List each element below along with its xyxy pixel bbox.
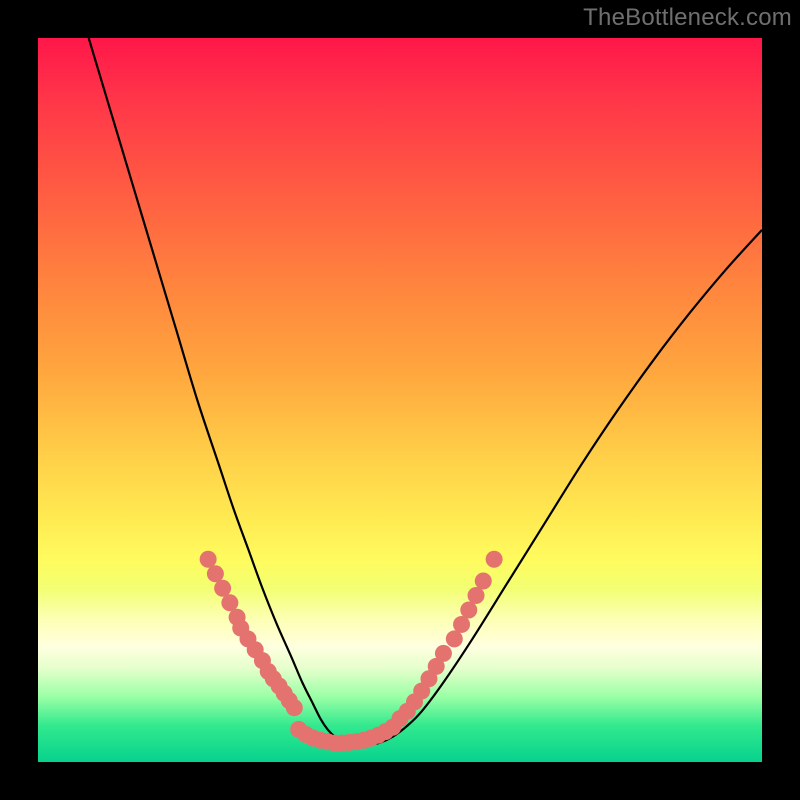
highlight-dot <box>214 580 231 597</box>
highlight-dot <box>468 587 485 604</box>
highlight-dot <box>486 551 503 568</box>
highlight-dot <box>286 699 303 716</box>
bottleneck-curve-path <box>89 38 762 745</box>
highlight-dot <box>453 616 470 633</box>
highlight-dots-left <box>200 551 303 716</box>
highlight-dot <box>200 551 217 568</box>
watermark-text: TheBottleneck.com <box>583 4 792 32</box>
plot-area <box>38 38 762 762</box>
highlight-dots-right <box>392 551 503 727</box>
chart-svg <box>38 38 762 762</box>
highlight-dot <box>460 601 477 618</box>
highlight-dot <box>207 565 224 582</box>
highlight-dot <box>221 594 238 611</box>
highlight-dot <box>475 573 492 590</box>
highlight-dots-bottom <box>290 719 401 752</box>
highlight-dot <box>435 645 452 662</box>
highlight-dot <box>446 630 463 647</box>
chart-frame: TheBottleneck.com <box>0 0 800 800</box>
